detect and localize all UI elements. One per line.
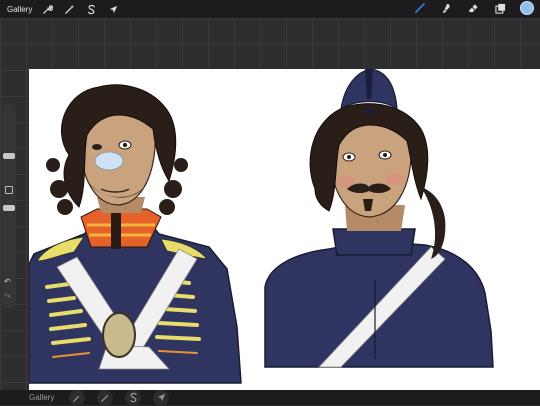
- selection-s-icon[interactable]: [84, 2, 98, 16]
- bottom-tool-group: [69, 389, 170, 406]
- left-tool-group: [40, 2, 120, 16]
- left-figure: [29, 84, 242, 384]
- artwork: [29, 69, 494, 384]
- layers-icon[interactable]: [493, 1, 507, 15]
- smudge-icon[interactable]: [439, 1, 453, 15]
- bottom-gallery-button[interactable]: Gallery: [29, 393, 54, 402]
- brush-size-slider[interactable]: [3, 153, 15, 159]
- undo-icon[interactable]: ↶: [4, 277, 11, 286]
- bottom-wrench-icon[interactable]: [69, 389, 86, 406]
- redo-icon[interactable]: ↷: [4, 292, 11, 301]
- arrow-cursor-icon[interactable]: [106, 2, 120, 16]
- brush-sidebar: ↶ ↷: [2, 103, 16, 308]
- modify-button[interactable]: [5, 186, 13, 194]
- drawing-canvas[interactable]: [29, 69, 540, 390]
- color-picker-button[interactable]: [520, 1, 534, 15]
- right-figure: [264, 69, 494, 368]
- magic-wand-icon[interactable]: [62, 2, 76, 16]
- eraser-icon[interactable]: [466, 1, 480, 15]
- bottom-arrow-cursor-icon[interactable]: [153, 389, 170, 406]
- opacity-slider[interactable]: [3, 205, 15, 211]
- wrench-icon[interactable]: [40, 2, 54, 16]
- top-toolbar: Gallery: [0, 0, 540, 18]
- bottom-bar: Gallery: [0, 389, 540, 406]
- gallery-button[interactable]: Gallery: [7, 5, 32, 14]
- bottom-magic-wand-icon[interactable]: [97, 389, 114, 406]
- brush-icon[interactable]: [412, 1, 426, 15]
- bottom-selection-s-icon[interactable]: [125, 389, 142, 406]
- right-tool-group: [412, 1, 534, 15]
